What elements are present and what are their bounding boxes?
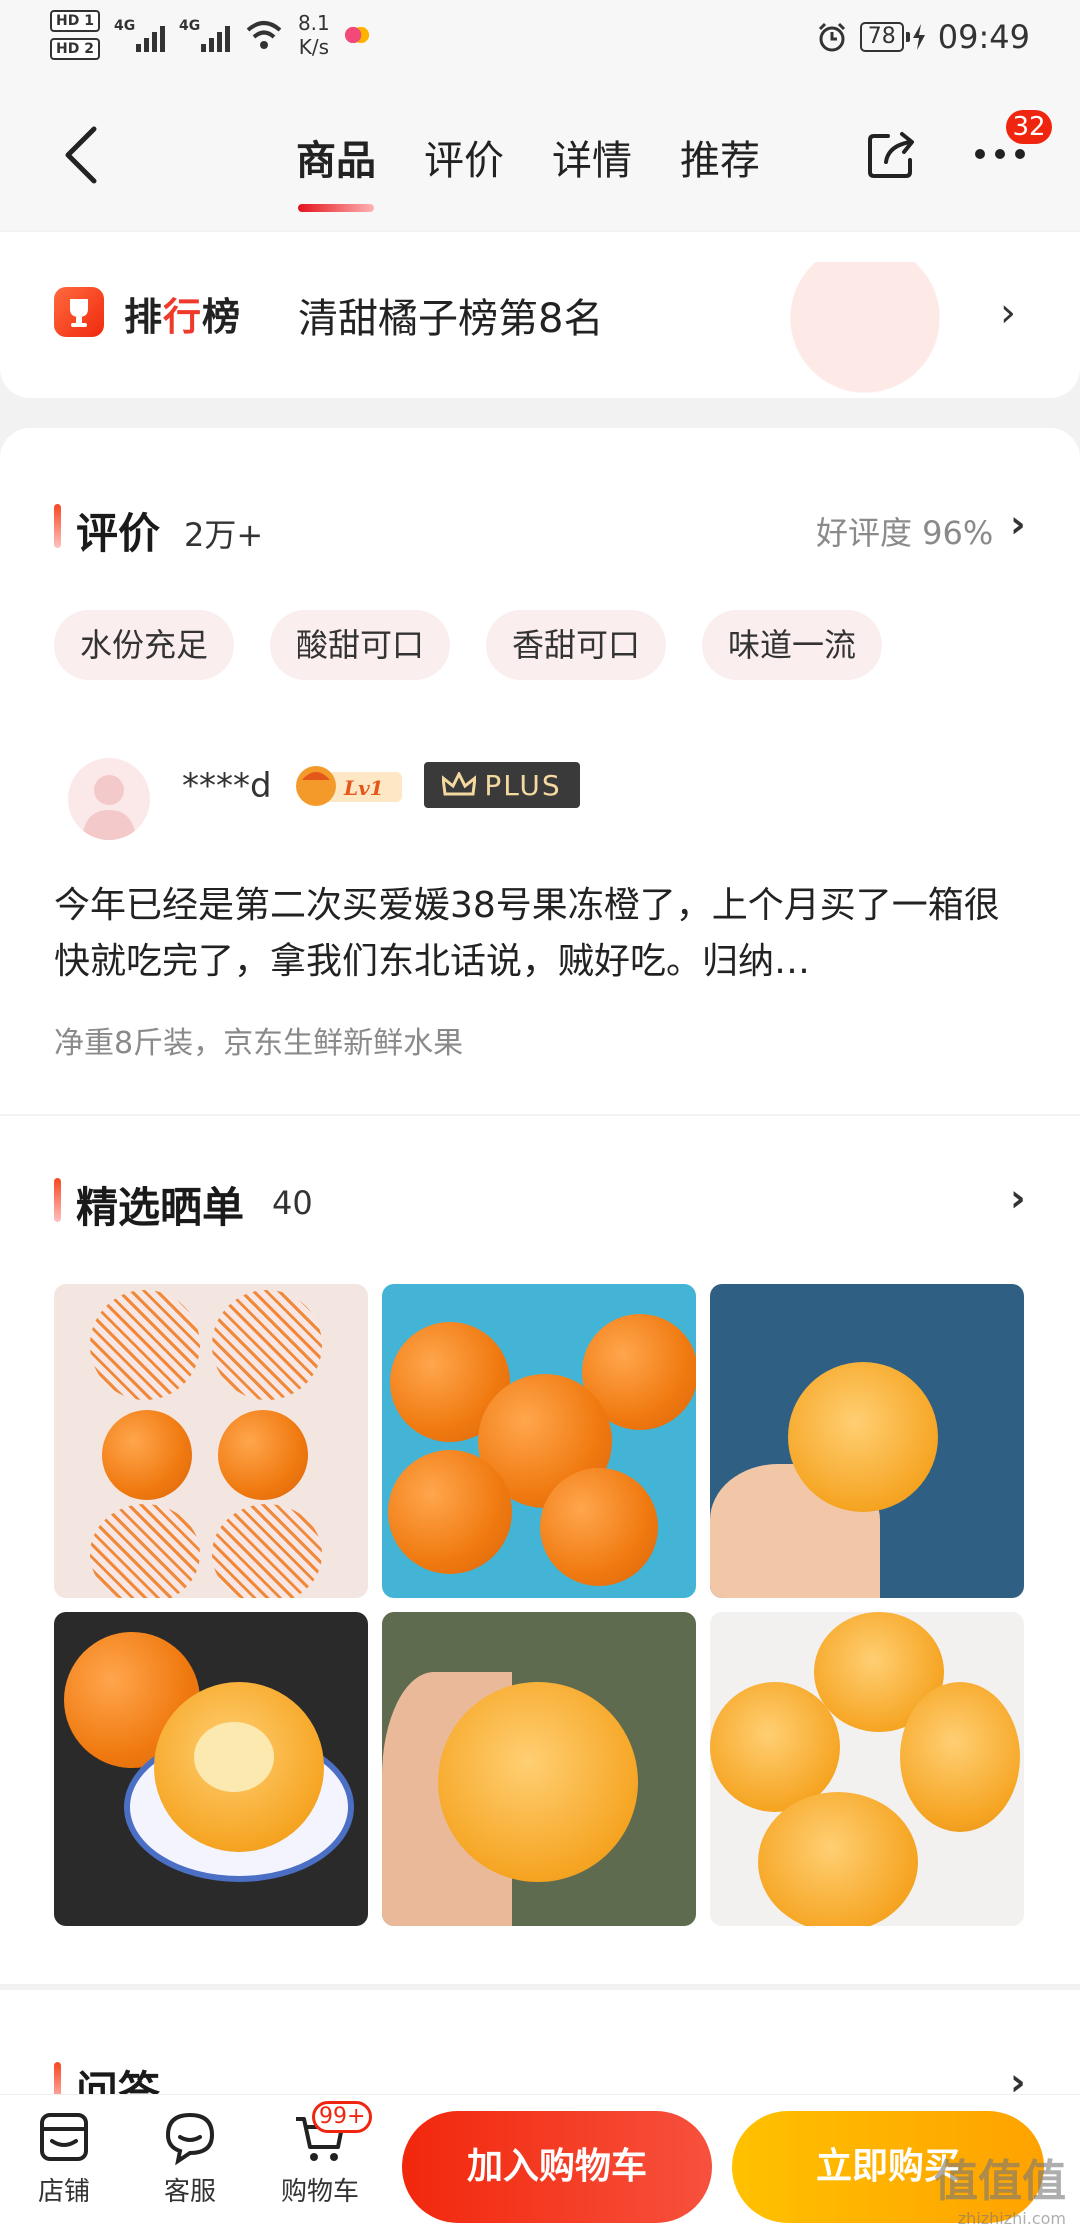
battery-level: 78 bbox=[859, 22, 904, 52]
reviews-title: 评价 bbox=[76, 509, 161, 558]
notification-app-icon bbox=[343, 24, 370, 46]
service-label: 客服 bbox=[163, 2177, 216, 2207]
add-to-cart-button[interactable]: 加入购物车 bbox=[402, 2111, 712, 2223]
showcase-title: 精选晒单 bbox=[76, 1183, 245, 1232]
status-left: HD 1 HD 2 4G 4G 8.1 K/s bbox=[50, 10, 370, 60]
site-watermark: 值值值 zhizhizhi.com bbox=[934, 2156, 1066, 2228]
share-icon[interactable] bbox=[866, 128, 918, 180]
cart-label: 购物车 bbox=[280, 2177, 359, 2207]
cart-count-badge: 99+ bbox=[312, 2101, 373, 2133]
ranking-banner[interactable]: 排行榜 清甜橘子榜第8名 › bbox=[0, 232, 1080, 398]
review-tag[interactable]: 香甜可口 bbox=[486, 610, 666, 680]
review-photo[interactable] bbox=[382, 1284, 696, 1598]
status-right: 78 09:49 bbox=[816, 18, 1030, 56]
chevron-right-icon: › bbox=[1000, 290, 1016, 336]
product-page: HD 1 HD 2 4G 4G 8.1 K/s 78 09:49 商品 评价 详… bbox=[0, 0, 1080, 2240]
reviewer-name: ****d bbox=[182, 766, 272, 806]
speed-value: 8.1 bbox=[297, 11, 330, 35]
tab-reviews[interactable]: 评价 bbox=[424, 128, 504, 186]
signal-2-icon: 4G bbox=[179, 18, 230, 52]
signal-1-label: 4G bbox=[113, 18, 136, 34]
chevron-right-icon[interactable]: › bbox=[1010, 502, 1026, 546]
review-tag[interactable]: 水份充足 bbox=[54, 610, 234, 680]
plus-badge: PLUS bbox=[424, 762, 580, 808]
review-photo[interactable] bbox=[382, 1612, 696, 1926]
section-marker bbox=[54, 504, 61, 548]
hd2-indicator: HD 2 bbox=[50, 38, 100, 60]
review-tag[interactable]: 酸甜可口 bbox=[270, 610, 450, 680]
bottom-action-bar: 店铺 客服 购物车 99+ 加入购物车 立即购买 值值值 zhizhizhi.c… bbox=[0, 2094, 1080, 2240]
avatar bbox=[68, 758, 150, 840]
battery-icon: 78 bbox=[859, 22, 926, 52]
review-spec: 净重8斤装，京东生鲜新鲜水果 bbox=[54, 1026, 464, 1061]
wifi-icon bbox=[246, 21, 282, 49]
ranking-text: 清甜橘子榜第8名 bbox=[298, 296, 604, 342]
hd1-indicator: HD 1 bbox=[50, 10, 100, 32]
back-arrow-icon[interactable] bbox=[60, 125, 104, 185]
chevron-right-icon[interactable]: › bbox=[1010, 1176, 1026, 1220]
photo-grid bbox=[54, 1284, 1024, 1926]
nav-tabs: 商品 评价 详情 推荐 bbox=[296, 128, 760, 212]
more-badge: 32 bbox=[1006, 110, 1052, 144]
chat-icon bbox=[165, 2112, 215, 2165]
top-nav: 商品 评价 详情 推荐 32 bbox=[0, 80, 1080, 230]
reviews-count: 2万+ bbox=[184, 516, 264, 554]
review-photo[interactable] bbox=[54, 1612, 368, 1926]
reviews-section: 评价 2万+ 好评度 96% › 水份充足 酸甜可口 香甜可口 味道一流 ***… bbox=[0, 428, 1080, 1114]
store-label: 店铺 bbox=[37, 2177, 90, 2207]
charging-icon bbox=[912, 24, 925, 50]
review-photo[interactable] bbox=[710, 1612, 1024, 1926]
signal-1-icon: 4G bbox=[114, 18, 165, 52]
signal-2-label: 4G bbox=[178, 18, 201, 34]
crown-icon bbox=[442, 772, 477, 796]
status-bar: HD 1 HD 2 4G 4G 8.1 K/s 78 09:49 bbox=[0, 0, 1080, 80]
store-icon bbox=[40, 2113, 88, 2161]
network-speed: 8.1 K/s bbox=[298, 11, 330, 59]
ranking-logo: 排行榜 bbox=[124, 295, 242, 339]
review-photo[interactable] bbox=[710, 1284, 1024, 1598]
review-text[interactable]: 今年已经是第二次买爱媛38号果冻橙了，上个月买了一箱很快就吃完了，拿我们东北话说… bbox=[54, 878, 1034, 990]
store-button[interactable]: 店铺 bbox=[14, 2109, 114, 2208]
speed-unit: K/s bbox=[298, 35, 329, 59]
svg-text:Lv1: Lv1 bbox=[343, 776, 384, 800]
more-icon[interactable] bbox=[970, 142, 1030, 166]
tab-recommend[interactable]: 推荐 bbox=[680, 128, 760, 186]
clock: 09:49 bbox=[937, 18, 1030, 56]
tab-product[interactable]: 商品 bbox=[296, 128, 376, 212]
review-tags: 水份充足 酸甜可口 香甜可口 味道一流 bbox=[54, 610, 882, 680]
section-marker bbox=[54, 1178, 61, 1222]
qa-section: 问答 › bbox=[0, 1990, 1080, 2116]
review-tag[interactable]: 味道一流 bbox=[702, 610, 882, 680]
alarm-icon bbox=[818, 22, 845, 52]
showcase-section: 精选晒单 40 › bbox=[0, 1116, 1080, 1984]
level-badge-icon: Lv1 bbox=[296, 766, 402, 806]
positive-rating[interactable]: 好评度 96% bbox=[816, 508, 993, 554]
tab-details[interactable]: 详情 bbox=[552, 128, 632, 186]
trophy-icon bbox=[54, 287, 104, 337]
ranking-cup-watermark bbox=[760, 262, 970, 398]
hd-indicators: HD 1 HD 2 bbox=[50, 10, 100, 60]
customer-service-button[interactable]: 客服 bbox=[140, 2109, 240, 2208]
review-photo[interactable] bbox=[54, 1284, 368, 1598]
showcase-count: 40 bbox=[272, 1184, 313, 1222]
